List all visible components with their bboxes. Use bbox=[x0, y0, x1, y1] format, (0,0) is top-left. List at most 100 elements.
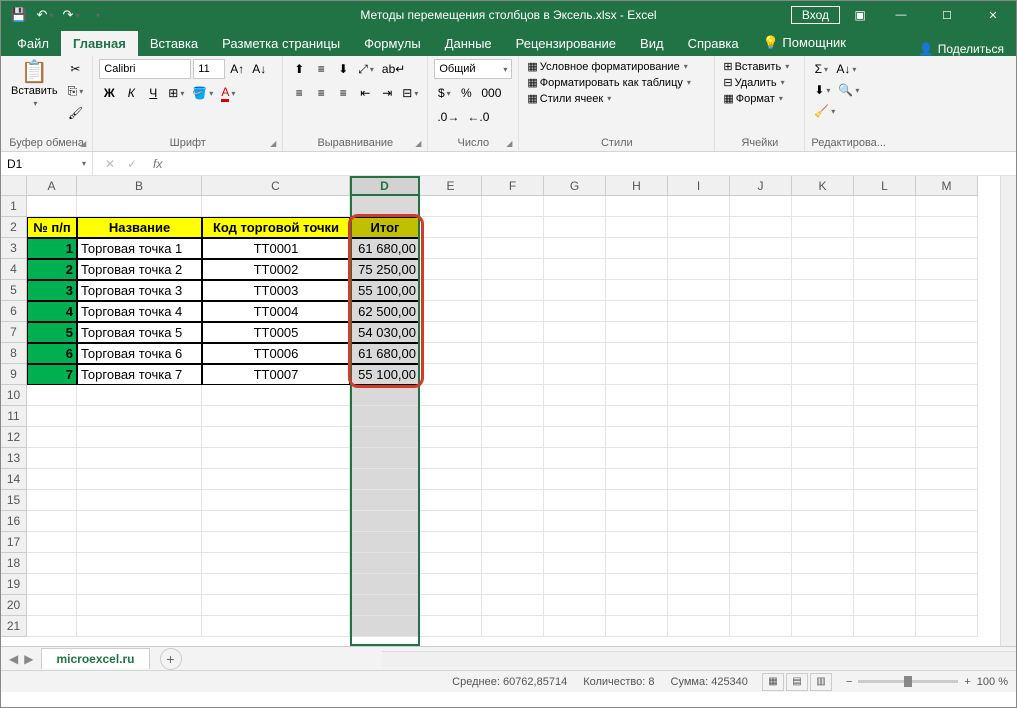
cell[interactable] bbox=[482, 448, 544, 469]
page-break-view-button[interactable]: ▥ bbox=[810, 673, 832, 691]
cell[interactable]: ТТ0005 bbox=[202, 322, 350, 343]
cell[interactable] bbox=[606, 343, 668, 364]
delete-cells-button[interactable]: ⊟ Удалить▾ bbox=[721, 75, 786, 90]
cell[interactable] bbox=[916, 196, 978, 217]
maximize-button[interactable]: ☐ bbox=[924, 1, 970, 29]
cell[interactable] bbox=[730, 469, 792, 490]
row-header-9[interactable]: 9 bbox=[1, 364, 26, 385]
cell[interactable] bbox=[202, 511, 350, 532]
cell[interactable]: 2 bbox=[27, 259, 77, 280]
cell[interactable] bbox=[854, 385, 916, 406]
wrap-text-button[interactable]: ab↵ bbox=[379, 59, 408, 79]
cell[interactable] bbox=[854, 616, 916, 637]
cell[interactable] bbox=[420, 322, 482, 343]
cell[interactable] bbox=[792, 532, 854, 553]
cell[interactable] bbox=[668, 469, 730, 490]
cell[interactable] bbox=[420, 511, 482, 532]
cell[interactable] bbox=[420, 364, 482, 385]
cell[interactable] bbox=[482, 490, 544, 511]
row-header-21[interactable]: 21 bbox=[1, 616, 26, 637]
cell[interactable]: Торговая точка 6 bbox=[77, 343, 202, 364]
cell[interactable] bbox=[27, 406, 77, 427]
zoom-in-button[interactable]: + bbox=[964, 676, 970, 688]
cell[interactable] bbox=[350, 511, 420, 532]
cell[interactable] bbox=[350, 532, 420, 553]
cell[interactable] bbox=[482, 238, 544, 259]
cell[interactable] bbox=[792, 364, 854, 385]
paste-button[interactable]: 📋 Вставить ▾ bbox=[7, 59, 62, 110]
cell[interactable] bbox=[854, 364, 916, 385]
cell[interactable] bbox=[27, 553, 77, 574]
cell[interactable] bbox=[668, 196, 730, 217]
cell[interactable] bbox=[668, 595, 730, 616]
tab-file[interactable]: Файл bbox=[5, 31, 61, 56]
enter-formula-button[interactable]: ✓ bbox=[121, 157, 143, 171]
cell[interactable] bbox=[668, 406, 730, 427]
cell[interactable] bbox=[606, 364, 668, 385]
cancel-formula-button[interactable]: ✕ bbox=[99, 157, 121, 171]
cell[interactable] bbox=[854, 511, 916, 532]
cell[interactable] bbox=[916, 490, 978, 511]
column-header-A[interactable]: A bbox=[27, 176, 77, 196]
column-header-D[interactable]: D bbox=[350, 176, 420, 196]
cell[interactable]: 7 bbox=[27, 364, 77, 385]
conditional-formatting-button[interactable]: ▦ Условное форматирование▾ bbox=[525, 59, 689, 74]
minimize-button[interactable]: — bbox=[878, 1, 924, 29]
cell[interactable] bbox=[77, 511, 202, 532]
zoom-slider[interactable] bbox=[858, 680, 958, 683]
cell[interactable] bbox=[606, 490, 668, 511]
fill-color-button[interactable]: 🪣▾ bbox=[189, 83, 216, 103]
cell[interactable] bbox=[916, 595, 978, 616]
cell[interactable] bbox=[730, 490, 792, 511]
cell[interactable] bbox=[544, 301, 606, 322]
cell[interactable] bbox=[668, 427, 730, 448]
align-right-button[interactable]: ≡ bbox=[333, 83, 353, 103]
cell[interactable] bbox=[916, 469, 978, 490]
row-header-10[interactable]: 10 bbox=[1, 385, 26, 406]
cell[interactable] bbox=[854, 259, 916, 280]
cell[interactable] bbox=[916, 511, 978, 532]
cell[interactable]: Название bbox=[77, 217, 202, 238]
cell[interactable] bbox=[482, 301, 544, 322]
cell[interactable] bbox=[482, 574, 544, 595]
vertical-scrollbar[interactable] bbox=[1000, 176, 1016, 646]
cell[interactable] bbox=[854, 406, 916, 427]
cell[interactable] bbox=[792, 511, 854, 532]
row-header-18[interactable]: 18 bbox=[1, 553, 26, 574]
row-header-11[interactable]: 11 bbox=[1, 406, 26, 427]
italic-button[interactable]: К bbox=[121, 83, 141, 103]
cell[interactable] bbox=[668, 448, 730, 469]
cell[interactable] bbox=[792, 322, 854, 343]
fill-button[interactable]: ⬇▾ bbox=[811, 80, 833, 100]
cell[interactable]: 55 100,00 bbox=[350, 280, 420, 301]
cell[interactable] bbox=[730, 532, 792, 553]
number-format-select[interactable]: Общий▾ bbox=[434, 59, 512, 79]
cell[interactable] bbox=[350, 490, 420, 511]
font-color-button[interactable]: A▾ bbox=[218, 83, 238, 103]
cell[interactable] bbox=[482, 364, 544, 385]
cell[interactable] bbox=[482, 343, 544, 364]
cell[interactable] bbox=[916, 553, 978, 574]
ribbon-display-options[interactable]: ▣ bbox=[846, 4, 874, 26]
column-header-K[interactable]: K bbox=[792, 176, 854, 196]
cell[interactable] bbox=[916, 427, 978, 448]
cell[interactable] bbox=[854, 217, 916, 238]
cell[interactable] bbox=[606, 322, 668, 343]
cell[interactable] bbox=[606, 616, 668, 637]
cell[interactable] bbox=[202, 490, 350, 511]
cell[interactable] bbox=[606, 532, 668, 553]
cell[interactable]: 55 100,00 bbox=[350, 364, 420, 385]
cell[interactable] bbox=[544, 385, 606, 406]
align-launcher[interactable]: ◢ bbox=[415, 139, 421, 148]
format-painter-button[interactable]: 🖌 bbox=[65, 103, 87, 123]
cell[interactable] bbox=[916, 364, 978, 385]
cell[interactable] bbox=[730, 385, 792, 406]
cell[interactable] bbox=[792, 385, 854, 406]
cell[interactable]: ТТ0002 bbox=[202, 259, 350, 280]
cell[interactable] bbox=[350, 385, 420, 406]
cell[interactable] bbox=[792, 616, 854, 637]
page-layout-view-button[interactable]: ▤ bbox=[786, 673, 808, 691]
cell[interactable] bbox=[350, 553, 420, 574]
cell[interactable]: ТТ0007 bbox=[202, 364, 350, 385]
cell[interactable] bbox=[916, 343, 978, 364]
